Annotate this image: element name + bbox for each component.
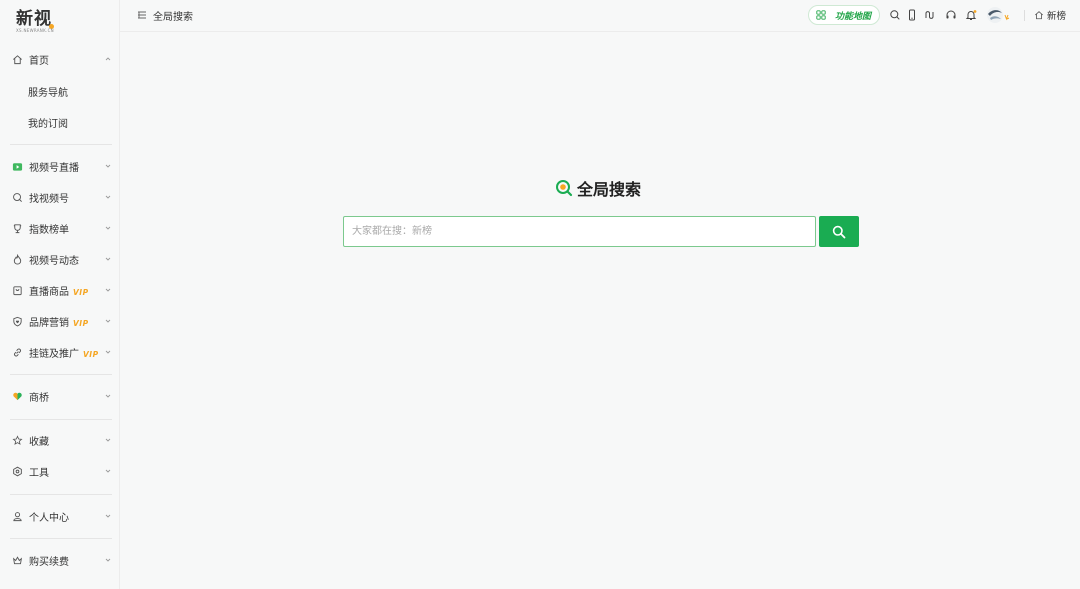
chevron-down-icon [105, 257, 111, 261]
search-input[interactable] [344, 217, 815, 246]
sidebar-item-label: 直播商品 [29, 286, 69, 298]
sidebar-item-label: 收藏 [29, 436, 49, 448]
vip-badge: VIP [83, 349, 99, 359]
live-tv-icon [11, 160, 23, 172]
app-logo[interactable]: 新视 XS.NEWRANK.CN [16, 4, 54, 33]
headset-icon[interactable] [945, 9, 957, 21]
sidebar-divider [10, 538, 112, 539]
chevron-down-icon [105, 394, 111, 398]
sidebar-divider [10, 419, 112, 420]
global-search-icon [556, 180, 573, 197]
sidebar-item-live-products[interactable]: 直播商品 VIP [0, 277, 120, 303]
chevron-down-icon [105, 195, 111, 199]
sidebar-item-label: 工具 [29, 467, 49, 479]
chevron-down-icon [105, 164, 111, 168]
avatar[interactable] [986, 6, 1012, 24]
chevron-down-icon [105, 350, 111, 354]
newrank-link-label: 新榜 [1047, 11, 1067, 22]
sidebar-divider [10, 374, 112, 375]
sidebar-item-label: 购买续费 [29, 556, 69, 568]
sidebar-item-purchase-renew[interactable]: 购买续费 [0, 547, 120, 573]
search-header: 全局搜索 [555, 176, 641, 200]
sidebar-subitem-service-nav[interactable]: 服务导航 [28, 84, 68, 99]
chevron-down-icon [105, 438, 111, 442]
sidebar-item-channel-feed[interactable]: 视频号动态 [0, 246, 120, 272]
vip-badge: VIP [73, 318, 89, 328]
mini-program-icon[interactable] [924, 9, 936, 21]
sidebar-divider [10, 144, 112, 145]
home-icon [1034, 11, 1044, 20]
sidebar-item-links-promotion[interactable]: 挂链及推广 VIP [0, 339, 120, 365]
menu-toggle-icon[interactable] [137, 10, 147, 20]
bell-icon[interactable] [965, 9, 977, 21]
sidebar-item-label: 视频号直播 [29, 162, 79, 174]
mobile-icon[interactable] [906, 9, 918, 21]
sidebar-item-home[interactable]: 首页 [0, 46, 120, 72]
user-icon [11, 510, 23, 522]
chevron-down-icon [105, 288, 111, 292]
sidebar: 新视 XS.NEWRANK.CN 首页 服务导航 我的订阅 视频号直播 找视频号… [0, 0, 120, 589]
sidebar-item-tools[interactable]: 工具 [0, 458, 120, 484]
crown-icon [11, 554, 23, 566]
newrank-link[interactable]: 新榜 [1034, 8, 1066, 22]
top-bar: 全局搜索 功能地图 新榜 [120, 0, 1080, 32]
sidebar-item-index-ranking[interactable]: 指数榜单 [0, 215, 120, 241]
search-button[interactable] [819, 216, 859, 247]
sidebar-item-label: 找视频号 [29, 193, 69, 205]
sidebar-item-label: 品牌营销 [29, 317, 69, 329]
sidebar-item-label: 商桥 [29, 392, 49, 404]
sidebar-item-label: 指数榜单 [29, 224, 69, 236]
chevron-down-icon [105, 319, 111, 323]
home-icon [11, 53, 23, 65]
sidebar-item-label: 视频号动态 [29, 255, 79, 267]
heart-logo-icon [11, 390, 23, 402]
logo-subtitle: XS.NEWRANK.CN [16, 28, 54, 33]
flame-icon [11, 253, 23, 265]
sidebar-item-label: 挂链及推广 [29, 348, 79, 360]
sidebar-item-label: 首页 [29, 55, 49, 67]
sidebar-item-brand-marketing[interactable]: 品牌营销 VIP [0, 308, 120, 334]
sidebar-item-find-channel[interactable]: 找视频号 [0, 184, 120, 210]
sidebar-item-channel-live[interactable]: 视频号直播 [0, 153, 120, 179]
sidebar-divider [10, 494, 112, 495]
function-map-label: 功能地图 [835, 12, 872, 22]
sidebar-item-personal-center[interactable]: 个人中心 [0, 503, 120, 529]
vip-badge: VIP [73, 287, 89, 297]
chevron-down-icon [105, 514, 111, 518]
function-map-button[interactable]: 功能地图 [808, 5, 880, 25]
shield-heart-icon [11, 315, 23, 327]
chevron-down-icon [105, 469, 111, 473]
star-icon [11, 434, 23, 446]
sidebar-subitem-my-subscriptions[interactable]: 我的订阅 [28, 115, 68, 130]
hex-tool-icon [11, 465, 23, 477]
sidebar-item-label: 个人中心 [29, 512, 69, 524]
sidebar-item-business-bridge[interactable]: 商桥 [0, 383, 120, 409]
search-icon [832, 225, 846, 238]
sidebar-item-favorites[interactable]: 收藏 [0, 427, 120, 453]
shop-icon [11, 284, 23, 296]
trophy-icon [11, 222, 23, 234]
chevron-down-icon [105, 558, 111, 562]
breadcrumb: 全局搜索 [153, 12, 193, 23]
search-icon [11, 191, 23, 203]
logo-text: 新视 [16, 9, 52, 29]
link-icon [11, 346, 23, 358]
page-title: 全局搜索 [577, 180, 642, 199]
search-icon[interactable] [889, 9, 901, 21]
search-field[interactable] [343, 216, 816, 247]
topbar-divider [1024, 10, 1025, 21]
grid-icon [816, 10, 826, 20]
chevron-up-icon [105, 57, 111, 61]
chevron-down-icon [105, 226, 111, 230]
